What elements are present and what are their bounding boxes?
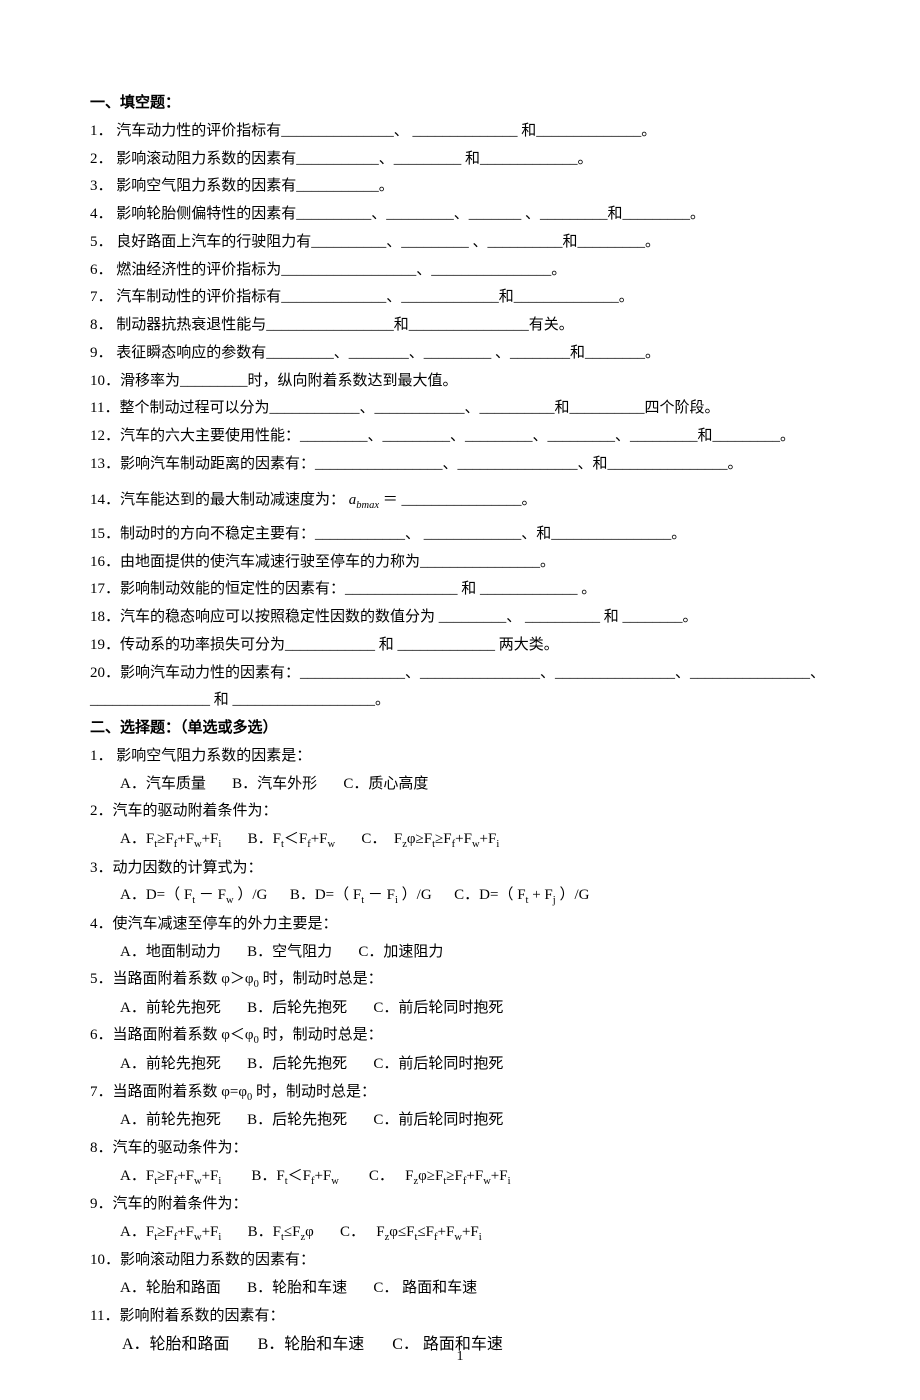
fill-blank-q11: 11．整个制动过程可以分为____________、____________、_… <box>90 395 830 423</box>
fill-blank-q5: 5． 良好路面上汽车的行驶阻力有__________、_________ 、__… <box>90 229 830 257</box>
fill-blank-q1: 1． 汽车动力性的评价指标有_______________、 _________… <box>90 118 830 146</box>
fill-blank-q4: 4． 影响轮胎侧偏特性的因素有__________、_________、____… <box>90 201 830 229</box>
q14-formula-sub: bmax <box>356 500 379 511</box>
mc-q11-stem: 11．影响附着系数的因素有： <box>90 1303 830 1331</box>
mc-q3-opts: A．D=（ Ft － Fw ）/G B．D=（ Ft － Fi ）/G C．D=… <box>90 882 830 910</box>
fill-blank-q7: 7． 汽车制动性的评价指标有______________、___________… <box>90 284 830 312</box>
section2-title: 二、选择题：（单选或多选） <box>90 715 830 743</box>
mc-q8-opts: A．Ft≥Ff+Fw+Fi B．Ft＜Ff+Fw C． Fzφ≥Ft≥Ff+Fw… <box>90 1163 830 1191</box>
mc-q7-opt-c: C．前后轮同时抱死 <box>373 1107 503 1135</box>
mc-q7-stem: 7．当路面附着系数 φ=φ0 时，制动时总是： <box>90 1079 830 1107</box>
page-number: 1 <box>0 1344 920 1370</box>
mc-q7-opt-b: B．后轮先抱死 <box>247 1107 347 1135</box>
fill-blank-q20: 20．影响汽车动力性的因素有：______________、__________… <box>90 660 830 716</box>
mc-q9-stem: 9．汽车的附着条件为： <box>90 1191 830 1219</box>
mc-q3-stem: 3．动力因数的计算式为： <box>90 855 830 883</box>
mc-q2-opts: A．Ft≥Ff+Fw+Fi B．Ft＜Ff+Fw C． Fzφ≥Ft≥Ff+Fw… <box>90 826 830 854</box>
document-page: 一、填空题： 1． 汽车动力性的评价指标有_______________、 __… <box>0 0 920 1400</box>
fill-blank-q13: 13．影响汽车制动距离的因素有：_________________、______… <box>90 451 830 479</box>
fill-blank-q17: 17．影响制动效能的恒定性的因素有：_______________ 和 ____… <box>90 576 830 604</box>
mc-q9-opts: A．Ft≥Ff+Fw+Fi B．Ft≤Fzφ C． Fzφ≤Ft≤Ff+Fw+F… <box>90 1219 830 1247</box>
mc-q10-opt-a: A．轮胎和路面 <box>120 1275 221 1303</box>
fill-blank-q3: 3． 影响空气阻力系数的因素有___________。 <box>90 173 830 201</box>
mc-q10-opt-c: C． 路面和车速 <box>373 1275 477 1303</box>
mc-q6-opt-c: C．前后轮同时抱死 <box>373 1051 503 1079</box>
mc-q5-opt-a: A．前轮先抱死 <box>120 995 221 1023</box>
mc-q4-opts: A．地面制动力 B．空气阻力 C．加速阻力 <box>90 939 830 967</box>
fill-blank-q16: 16．由地面提供的使汽车减速行驶至停车的力称为________________。 <box>90 549 830 577</box>
fill-blank-q18: 18．汽车的稳态响应可以按照稳定性因数的数值分为 _________、 ____… <box>90 604 830 632</box>
q14-prefix: 14．汽车能达到的最大制动减速度为： <box>90 492 345 508</box>
mc-q5-opt-b: B．后轮先抱死 <box>247 995 347 1023</box>
mc-q10-opts: A．轮胎和路面 B．轮胎和车速 C． 路面和车速 <box>90 1275 830 1303</box>
fill-blank-q10: 10．滑移率为_________时，纵向附着系数达到最大值。 <box>90 368 830 396</box>
mc-q7-opts: A．前轮先抱死 B．后轮先抱死 C．前后轮同时抱死 <box>90 1107 830 1135</box>
mc-q8-stem: 8．汽车的驱动条件为： <box>90 1135 830 1163</box>
mc-q4-stem: 4．使汽车减速至停车的外力主要是： <box>90 911 830 939</box>
mc-q5-opts: A．前轮先抱死 B．后轮先抱死 C．前后轮同时抱死 <box>90 995 830 1023</box>
mc-q6-opts: A．前轮先抱死 B．后轮先抱死 C．前后轮同时抱死 <box>90 1051 830 1079</box>
fill-blank-q15: 15．制动时的方向不稳定主要有：____________、 __________… <box>90 521 830 549</box>
mc-q4-opt-b: B．空气阻力 <box>247 939 332 967</box>
mc-q4-opt-c: C．加速阻力 <box>358 939 443 967</box>
fill-blank-q2: 2． 影响滚动阻力系数的因素有___________、_________ 和__… <box>90 146 830 174</box>
mc-q2-stem: 2．汽车的驱动附着条件为： <box>90 798 830 826</box>
mc-q1-opt-b: B．汽车外形 <box>232 771 317 799</box>
fill-blank-q9: 9． 表征瞬态响应的参数有_________、________、________… <box>90 340 830 368</box>
fill-blank-q6: 6． 燃油经济性的评价指标为__________________、_______… <box>90 257 830 285</box>
fill-blank-q14: 14．汽车能达到的最大制动减速度为： abmax ＝ _____________… <box>90 479 830 521</box>
mc-q10-stem: 10．影响滚动阻力系数的因素有： <box>90 1247 830 1275</box>
q14-suffix: ＝ ________________。 <box>379 492 537 508</box>
mc-q1-stem: 1． 影响空气阻力系数的因素是： <box>90 743 830 771</box>
fill-blank-q8: 8． 制动器抗热衰退性能与_________________和_________… <box>90 312 830 340</box>
mc-q6-opt-b: B．后轮先抱死 <box>247 1051 347 1079</box>
section1-title: 一、填空题： <box>90 90 830 118</box>
mc-q1-opt-a: A．汽车质量 <box>120 771 206 799</box>
fill-blank-q12: 12．汽车的六大主要使用性能：_________、_________、_____… <box>90 423 830 451</box>
mc-q1-opts: A．汽车质量 B．汽车外形 C．质心高度 <box>90 771 830 799</box>
mc-q6-opt-a: A．前轮先抱死 <box>120 1051 221 1079</box>
mc-q5-opt-c: C．前后轮同时抱死 <box>373 995 503 1023</box>
mc-q4-opt-a: A．地面制动力 <box>120 939 221 967</box>
mc-q6-stem: 6．当路面附着系数 φ＜φ0 时，制动时总是： <box>90 1022 830 1050</box>
mc-q7-opt-a: A．前轮先抱死 <box>120 1107 221 1135</box>
mc-q10-opt-b: B．轮胎和车速 <box>247 1275 347 1303</box>
fill-blank-q19: 19．传动系的功率损失可分为____________ 和 ___________… <box>90 632 830 660</box>
mc-q1-opt-c: C．质心高度 <box>343 771 428 799</box>
mc-q5-stem: 5．当路面附着系数 φ＞φ0 时，制动时总是： <box>90 966 830 994</box>
